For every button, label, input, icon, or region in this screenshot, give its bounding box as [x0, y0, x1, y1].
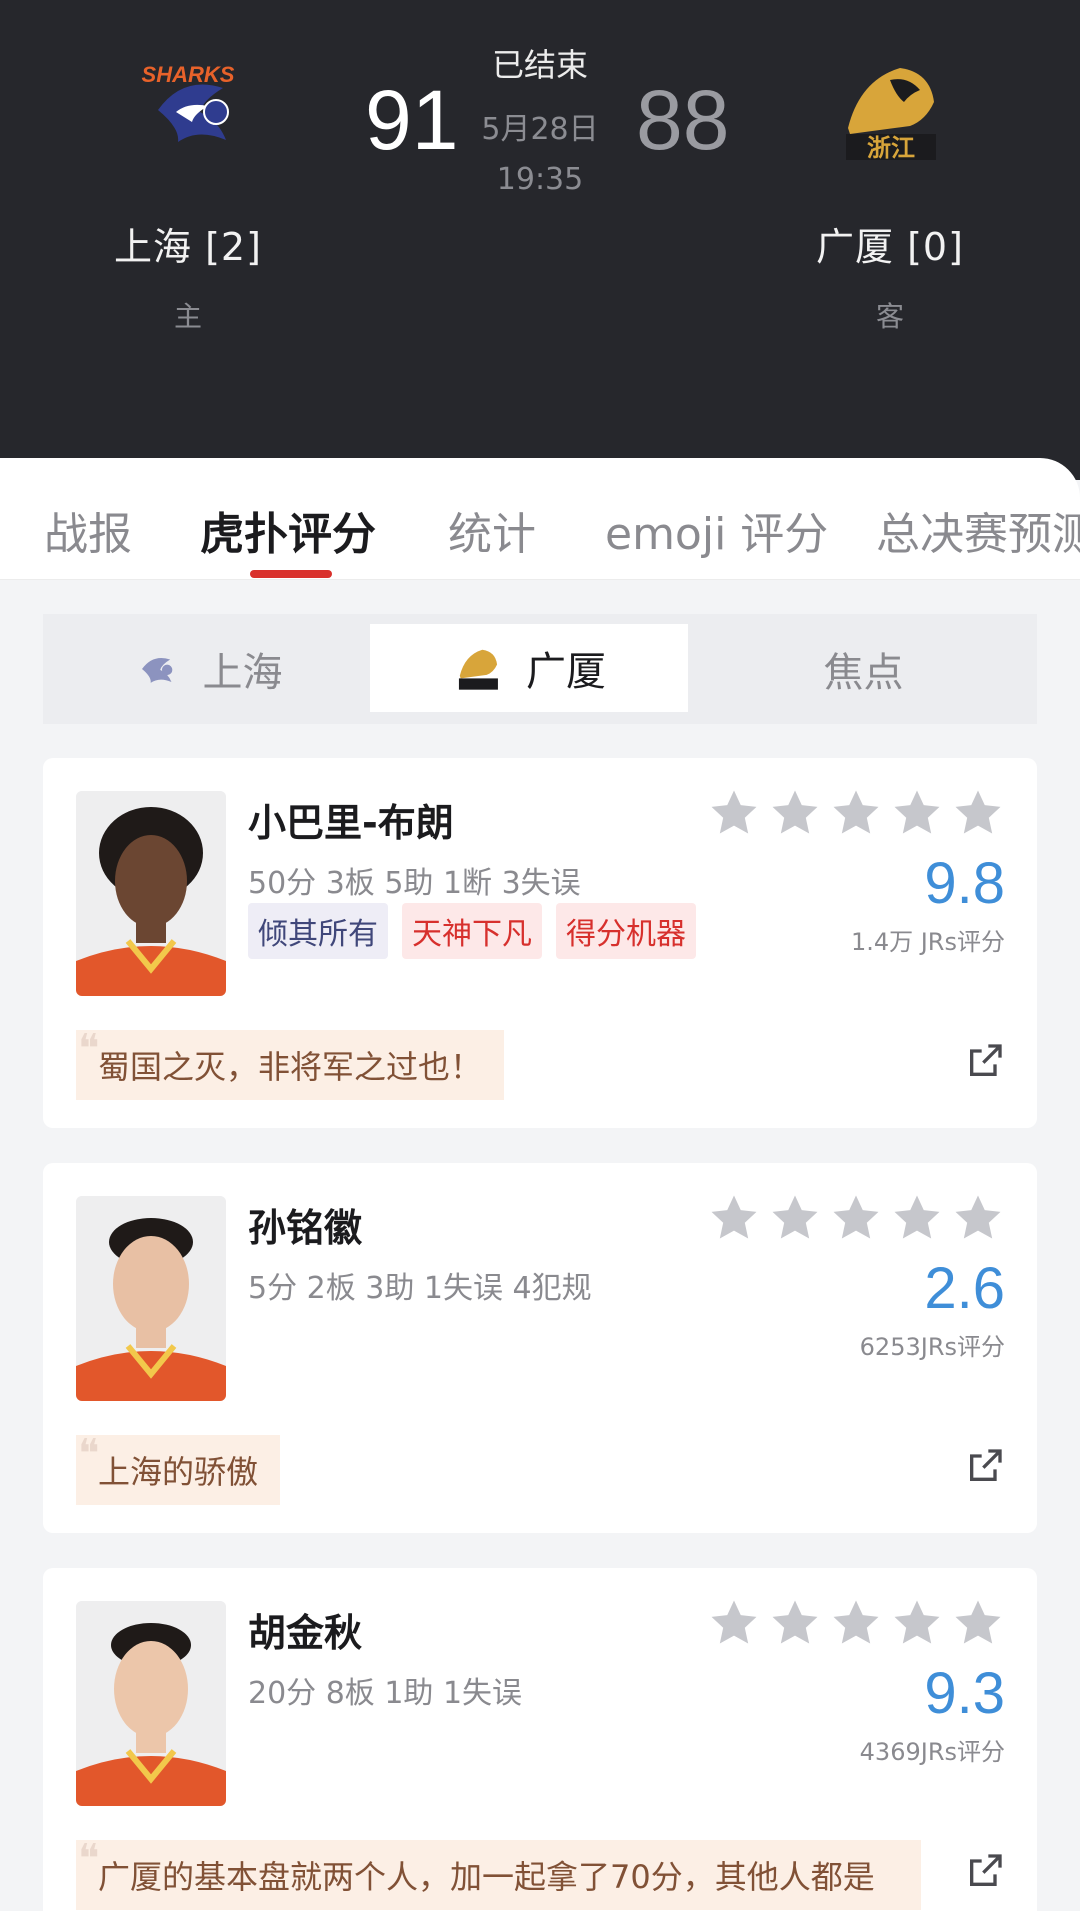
star-icon[interactable] [951, 1191, 1005, 1245]
tab-hupu-rating[interactable]: 虎扑评分 [200, 498, 376, 562]
status-text: 已结束 [491, 46, 588, 84]
star-icon[interactable] [829, 1596, 883, 1650]
quote-icon: ❝ [78, 1435, 100, 1477]
switch-label: 上海 [202, 650, 283, 696]
player-name: 胡金秋 [248, 1611, 363, 1655]
star-icon[interactable] [707, 1596, 761, 1650]
star-icon[interactable] [768, 786, 822, 840]
away-score: 88 [636, 73, 730, 167]
star-icon[interactable] [707, 1191, 761, 1245]
team-switch: 上海 广厦 焦点 [43, 614, 1037, 724]
tab-bar: 战报 虎扑评分 统计 emoji 评分 总决赛预测 [0, 458, 1080, 580]
active-tab-indicator [250, 570, 332, 578]
tab-report[interactable]: 战报 [44, 498, 132, 562]
player-photo [76, 1196, 226, 1401]
sharks-logo-icon: SHARKS [142, 62, 235, 142]
player-avatar-icon [76, 1601, 226, 1806]
star-icon[interactable] [829, 786, 883, 840]
comment-text: 上海的骄傲 [98, 1453, 259, 1491]
top-comment[interactable]: ❝ 蜀国之灭，非将军之过也！ [76, 1030, 505, 1100]
player-tag: 天神下凡 [402, 903, 542, 959]
player-stats: 20分 8板 1助 1失误 [248, 1676, 523, 1711]
tab-finals-prediction[interactable]: 总决赛预测 [876, 498, 1080, 562]
player-tag: 倾其所有 [248, 903, 388, 959]
star-rating[interactable] [700, 1191, 1005, 1245]
share-icon[interactable] [965, 1041, 1005, 1081]
sharks-logo-icon [141, 657, 172, 683]
player-card[interactable]: 孙铭徽 5分 2板 3助 1失误 4犯规 2.6 6253JRs评分 ❝ 上海的… [43, 1163, 1037, 1533]
player-tag: 得分机器 [556, 903, 696, 959]
away-team[interactable]: 浙江 广厦 [0] 客 [790, 50, 990, 335]
star-icon[interactable] [951, 786, 1005, 840]
star-icon[interactable] [707, 786, 761, 840]
comment-text: 蜀国之灭，非将军之过也！ [98, 1048, 483, 1086]
svg-text:浙江: 浙江 [867, 134, 915, 162]
player-avatar-icon [76, 791, 226, 996]
share-icon[interactable] [965, 1446, 1005, 1486]
player-name: 小巴里-布朗 [248, 801, 454, 845]
star-icon[interactable] [890, 1191, 944, 1245]
switch-guangsha[interactable]: 广厦 [370, 624, 688, 712]
star-icon[interactable] [829, 1191, 883, 1245]
player-photo [76, 791, 226, 996]
star-rating[interactable] [700, 1596, 1005, 1650]
away-team-name: 广厦 [0] [816, 225, 964, 269]
quote-icon: ❝ [78, 1840, 100, 1882]
zj-lions-logo-icon: 浙江 [846, 68, 936, 162]
share-icon[interactable] [965, 1851, 1005, 1891]
player-card[interactable]: 小巴里-布朗 50分 3板 5助 1断 3失误 倾其所有 天神下凡 得分机器 9… [43, 758, 1037, 1128]
switch-shanghai[interactable]: 上海 [43, 614, 368, 724]
comment-text: 广厦的基本盘就两个人，加一起拿了70分，其他人都是 [98, 1858, 875, 1896]
rating-count: 6253JRs评分 [859, 1333, 1005, 1361]
player-stats: 50分 3板 5助 1断 3失误 [248, 866, 581, 901]
player-name: 孙铭徽 [248, 1206, 363, 1250]
match-date: 5月28日 [481, 112, 599, 147]
player-tags: 倾其所有 天神下凡 得分机器 [248, 903, 710, 959]
quote-icon: ❝ [78, 1030, 100, 1072]
home-team-name: 上海 [2] [114, 225, 262, 269]
player-rating: 9.3 [924, 1661, 1005, 1726]
switch-focus[interactable]: 焦点 [690, 614, 1037, 724]
player-avatar-icon [76, 1196, 226, 1401]
player-stats: 5分 2板 3助 1失误 4犯规 [248, 1271, 592, 1306]
switch-label: 焦点 [823, 650, 904, 696]
home-team-role: 主 [173, 300, 202, 333]
rating-count: 1.4万 JRs评分 [850, 928, 1005, 956]
player-rating: 2.6 [924, 1256, 1005, 1321]
player-photo [76, 1601, 226, 1806]
star-icon[interactable] [890, 786, 944, 840]
match-time: 19:35 [496, 162, 584, 197]
tab-emoji-rating[interactable]: emoji 评分 [605, 498, 828, 562]
match-status: 已结束 5月28日 19:35 [440, 40, 640, 197]
star-icon[interactable] [951, 1596, 1005, 1650]
tab-stats[interactable]: 统计 [448, 498, 536, 562]
match-header: SHARKS 上海 [2] 主 91 已结束 5月28日 19:35 88 浙江… [0, 0, 1080, 480]
zj-lions-logo-icon [458, 649, 498, 690]
star-icon[interactable] [768, 1596, 822, 1650]
away-team-role: 客 [875, 300, 904, 333]
star-icon[interactable] [890, 1596, 944, 1650]
top-comment[interactable]: ❝ 上海的骄傲 [76, 1435, 281, 1505]
home-team[interactable]: SHARKS 上海 [2] 主 [88, 50, 288, 335]
star-icon[interactable] [768, 1191, 822, 1245]
player-rating: 9.8 [924, 851, 1005, 916]
svg-text:SHARKS: SHARKS [142, 62, 235, 87]
switch-label: 广厦 [526, 649, 606, 695]
player-card[interactable]: 胡金秋 20分 8板 1助 1失误 9.3 4369JRs评分 ❝ 广厦的基本盘… [43, 1568, 1037, 1911]
star-rating[interactable] [700, 786, 1005, 840]
rating-count: 4369JRs评分 [859, 1738, 1005, 1766]
top-comment[interactable]: ❝ 广厦的基本盘就两个人，加一起拿了70分，其他人都是 [76, 1840, 921, 1910]
